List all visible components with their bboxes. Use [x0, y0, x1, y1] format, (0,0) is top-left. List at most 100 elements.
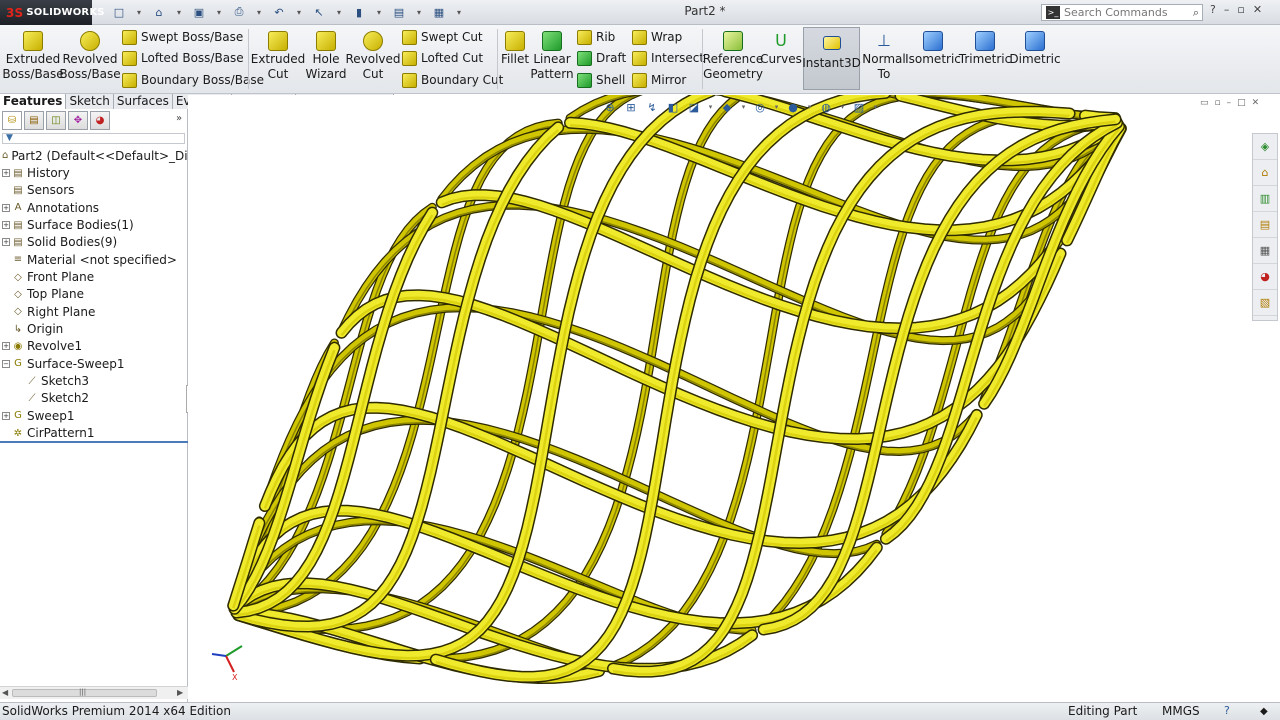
swept-boss-button[interactable]: Swept Boss/Base [122, 28, 243, 46]
boundary-cut-button[interactable]: Boundary Cut [402, 71, 503, 89]
scroll-left-icon[interactable]: ◀ [2, 688, 8, 697]
extruded-cut-button[interactable]: Extruded Cut [251, 27, 305, 82]
shell-button[interactable]: Shell [577, 71, 625, 89]
dropdown-arrow-icon[interactable]: ▾ [214, 3, 224, 21]
tree-item-history[interactable]: + ▤ History [0, 164, 188, 181]
minimize-button[interactable]: – [1224, 3, 1230, 16]
undo-icon[interactable]: ↶ [270, 3, 288, 21]
file-properties-icon[interactable]: ▤ [390, 3, 408, 21]
tree-item-sensors[interactable]: ▤ Sensors [0, 182, 188, 199]
tree-item-front[interactable]: ◇ Front Plane [0, 268, 188, 285]
tree-item-revolve1[interactable]: + ◉ Revolve1 [0, 338, 188, 355]
dropdown-arrow-icon[interactable]: ▾ [334, 3, 344, 21]
appearances-icon[interactable]: ◕ [1253, 264, 1277, 290]
solidworks-logo[interactable]: 3S SOLIDWORKS [0, 0, 104, 25]
print-icon[interactable]: ⎙ [230, 3, 248, 21]
new-document-icon[interactable]: □ [110, 3, 128, 21]
lofted-cut-button[interactable]: Lofted Cut [402, 49, 483, 67]
draft-button[interactable]: Draft [577, 49, 626, 67]
intersect-button[interactable]: Intersect [632, 49, 704, 67]
zoom-to-fit-icon[interactable]: ⊕ [602, 99, 618, 115]
tree-item-part2[interactable]: ⌂ Part2 (Default<<Default>_Displa [0, 147, 212, 164]
swept-cut-button[interactable]: Swept Cut [402, 28, 483, 46]
tree-item-cirpattern1[interactable]: ✲ CirPattern1 [0, 425, 188, 442]
edit-appearance-icon[interactable]: ● [785, 99, 801, 115]
instant3d-button[interactable]: Instant3D [802, 27, 861, 90]
quick-tips-icon[interactable]: ? [1224, 702, 1230, 719]
tree-item-surface[interactable]: + ▤ Surface Bodies(1) [0, 216, 188, 233]
swept-lattice-model[interactable] [188, 95, 1280, 702]
apply-scene-icon[interactable]: ◍ [818, 99, 834, 115]
solidworks-resources-icon[interactable]: ◈ [1253, 134, 1277, 160]
maximize-view-icon[interactable]: □ [1237, 98, 1246, 108]
close-button[interactable]: ✕ [1253, 3, 1262, 16]
dropdown-arrow-icon[interactable]: ▾ [806, 99, 813, 115]
hide-show-items-icon[interactable]: ◎ [752, 99, 768, 115]
extruded-boss-button[interactable]: Extruded Boss/Base [2, 27, 64, 82]
graphics-area[interactable]: X [188, 95, 1280, 702]
tree-item-sketch3[interactable]: ⟋ Sketch3 [0, 372, 188, 389]
lofted-boss-button[interactable]: Lofted Boss/Base [122, 49, 244, 67]
dimxpert-manager-tab[interactable]: ✥ [68, 111, 88, 130]
tree-item-right[interactable]: ◇ Right Plane [0, 303, 188, 320]
dropdown-arrow-icon[interactable]: ▾ [773, 99, 780, 115]
section-view-icon[interactable]: ◧ [665, 99, 681, 115]
normal-to-button[interactable]: ⊥ Normal To [862, 27, 906, 82]
rollback-bar[interactable] [0, 441, 188, 443]
tree-item-top[interactable]: ◇ Top Plane [0, 286, 188, 303]
expand-toggle-icon[interactable]: + [2, 238, 10, 247]
tree-item-material[interactable]: ≡ Material <not specified> [0, 251, 188, 268]
save-icon[interactable]: ▣ [190, 3, 208, 21]
dropdown-arrow-icon[interactable]: ▾ [254, 3, 264, 21]
isometric-button[interactable]: Isometric [905, 27, 961, 67]
help-icon[interactable]: ? [1210, 3, 1216, 16]
select-icon[interactable]: ↖ [310, 3, 328, 21]
display-manager-tab[interactable]: ◕ [90, 111, 110, 130]
expand-toggle-icon[interactable]: + [2, 342, 10, 351]
lattice-strip[interactable] [432, 95, 887, 663]
minimize-view-icon[interactable]: – [1227, 98, 1232, 108]
rebuild-icon[interactable]: ▮ [350, 3, 368, 21]
scroll-right-icon[interactable]: ▶ [177, 688, 183, 697]
tree-item-sketch2[interactable]: ⟋ Sketch2 [0, 390, 188, 407]
search-icon[interactable]: ⌕ [1193, 6, 1199, 20]
design-library-icon[interactable]: ⌂ [1253, 160, 1277, 186]
tree-item-origin[interactable]: ↳ Origin [0, 320, 188, 337]
mirror-button[interactable]: Mirror [632, 71, 686, 89]
dropdown-arrow-icon[interactable]: ▾ [872, 99, 879, 115]
dropdown-arrow-icon[interactable]: ▾ [454, 3, 464, 21]
view-orientation-icon[interactable]: ◪ [686, 99, 702, 115]
close-view-icon[interactable]: ✕ [1252, 98, 1260, 108]
boundary-boss-button[interactable]: Boundary Boss/Base [122, 71, 264, 89]
reference-geometry-button[interactable]: Reference Geometry [703, 27, 763, 82]
tree-item-solid[interactable]: + ▤ Solid Bodies(9) [0, 234, 188, 251]
expand-toggle-icon[interactable]: + [2, 411, 10, 420]
property-manager-tab[interactable]: ▤ [24, 111, 44, 130]
dropdown-arrow-icon[interactable]: ▾ [414, 3, 424, 21]
feature-manager-tab[interactable]: ⛁ [2, 111, 22, 130]
dropdown-arrow-icon[interactable]: ▾ [707, 99, 714, 115]
tile-view-icon[interactable]: ▭ [1200, 98, 1209, 108]
revolved-cut-button[interactable]: Revolved Cut [345, 27, 401, 82]
search-commands[interactable]: >_ Search Commands ⌕ [1041, 4, 1203, 21]
panel-horizontal-scrollbar[interactable]: ◀ ||| ▶ [0, 686, 188, 699]
units-selector[interactable]: MMGS [1162, 703, 1200, 720]
revolved-boss-button[interactable]: Revolved Boss/Base [59, 27, 121, 82]
scrollbar-thumb[interactable]: ||| [12, 688, 157, 697]
curves-button[interactable]: ᑌ Curves [760, 27, 802, 67]
rib-button[interactable]: Rib [577, 28, 615, 46]
file-explorer-icon[interactable]: ▥ [1253, 186, 1277, 212]
search-input[interactable]: Search Commands [1064, 6, 1193, 19]
dropdown-arrow-icon[interactable]: ▾ [839, 99, 846, 115]
previous-view-icon[interactable]: ↯ [644, 99, 660, 115]
dropdown-arrow-icon[interactable]: ▾ [374, 3, 384, 21]
options-icon[interactable]: ▦ [430, 3, 448, 21]
zoom-to-area-icon[interactable]: ⊞ [623, 99, 639, 115]
hole-wizard-button[interactable]: Hole Wizard [304, 27, 348, 82]
dropdown-arrow-icon[interactable]: ▾ [294, 3, 304, 21]
restore-view-icon[interactable]: ▫ [1215, 98, 1221, 108]
display-style-icon[interactable]: ◆ [719, 99, 735, 115]
tree-filter[interactable]: ▼ [2, 133, 185, 144]
trimetric-button[interactable]: Trimetric [959, 27, 1011, 67]
expand-toggle-icon[interactable]: − [2, 359, 10, 368]
